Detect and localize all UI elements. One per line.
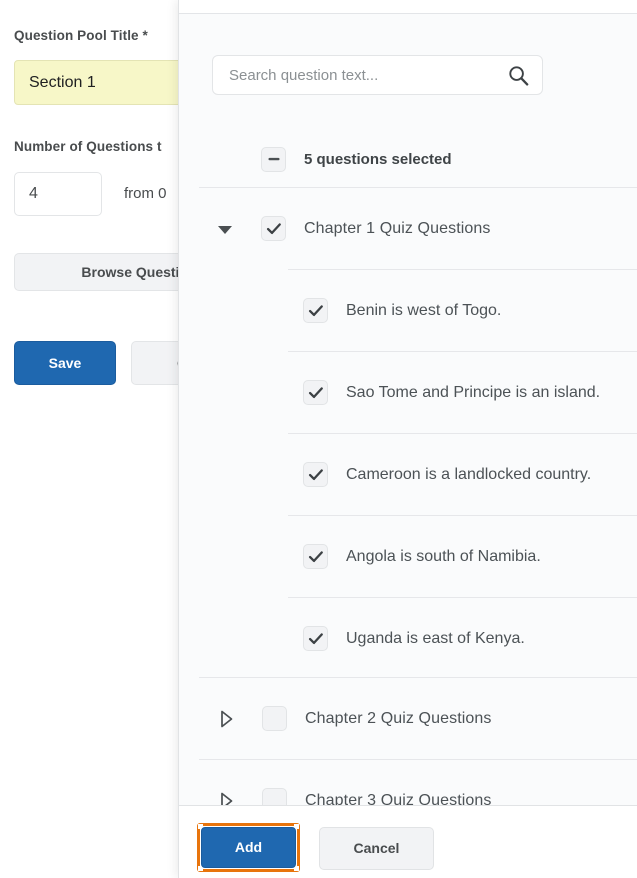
tree-row-question[interactable]: Benin is west of Togo. xyxy=(179,270,637,351)
question-checkbox[interactable] xyxy=(303,298,328,323)
question-label: Angola is south of Namibia. xyxy=(346,547,541,565)
question-pool-title-label: Question Pool Title * xyxy=(14,28,148,43)
tree-row-question[interactable]: Sao Tome and Principe is an island. xyxy=(179,352,637,433)
cancel-button[interactable]: Cancel xyxy=(319,827,434,870)
question-label: Benin is west of Togo. xyxy=(346,301,502,319)
dialog-header-bar xyxy=(179,0,637,14)
question-checkbox[interactable] xyxy=(303,544,328,569)
tree-row-question[interactable]: Cameroon is a landlocked country. xyxy=(179,434,637,515)
number-of-questions-input[interactable]: 4 xyxy=(14,172,102,216)
question-label: Cameroon is a landlocked country. xyxy=(346,465,592,483)
tree-row-chapter[interactable]: Chapter 1 Quiz Questions xyxy=(179,188,637,269)
question-label: Uganda is east of Kenya. xyxy=(346,629,525,647)
select-all-row[interactable]: 5 questions selected xyxy=(179,133,637,185)
from-total-text: from 0 xyxy=(124,185,167,202)
question-pool-form: Question Pool Title * Section 1 Number o… xyxy=(0,0,274,878)
save-button[interactable]: Save xyxy=(14,341,116,385)
tree-row-chapter[interactable]: Chapter 3 Quiz Questions xyxy=(179,760,637,805)
chapter-checkbox[interactable] xyxy=(262,788,287,805)
chapter-checkbox[interactable] xyxy=(261,216,286,241)
question-checkbox[interactable] xyxy=(303,380,328,405)
search-icon[interactable] xyxy=(508,65,529,86)
tree-row-question[interactable]: Uganda is east of Kenya. xyxy=(179,598,637,679)
caret-down-icon[interactable] xyxy=(214,218,236,240)
dialog-footer: Add Cancel xyxy=(179,805,637,878)
chapter-label: Chapter 3 Quiz Questions xyxy=(305,791,492,806)
chapter-label: Chapter 1 Quiz Questions xyxy=(304,219,491,237)
question-label: Sao Tome and Principe is an island. xyxy=(346,383,601,401)
chapter-label: Chapter 2 Quiz Questions xyxy=(305,709,492,727)
number-of-questions-label: Number of Questions t xyxy=(14,139,162,154)
dialog-body: 5 questions selected C xyxy=(179,15,637,805)
tree-row-question[interactable]: Angola is south of Namibia. xyxy=(179,516,637,597)
question-checkbox[interactable] xyxy=(303,462,328,487)
caret-right-icon[interactable] xyxy=(215,790,237,805)
search-input[interactable] xyxy=(213,56,503,94)
caret-right-icon[interactable] xyxy=(215,708,237,730)
tree-row-chapter[interactable]: Chapter 2 Quiz Questions xyxy=(179,678,637,759)
search-field[interactable] xyxy=(212,55,543,95)
screen: Question Pool Title * Section 1 Number o… xyxy=(0,0,637,878)
add-button[interactable]: Add xyxy=(201,827,296,868)
browse-questions-dialog: 5 questions selected C xyxy=(178,0,637,878)
chapter-checkbox[interactable] xyxy=(262,706,287,731)
question-checkbox[interactable] xyxy=(303,626,328,651)
select-all-label: 5 questions selected xyxy=(304,150,452,168)
select-all-checkbox[interactable] xyxy=(261,146,286,172)
